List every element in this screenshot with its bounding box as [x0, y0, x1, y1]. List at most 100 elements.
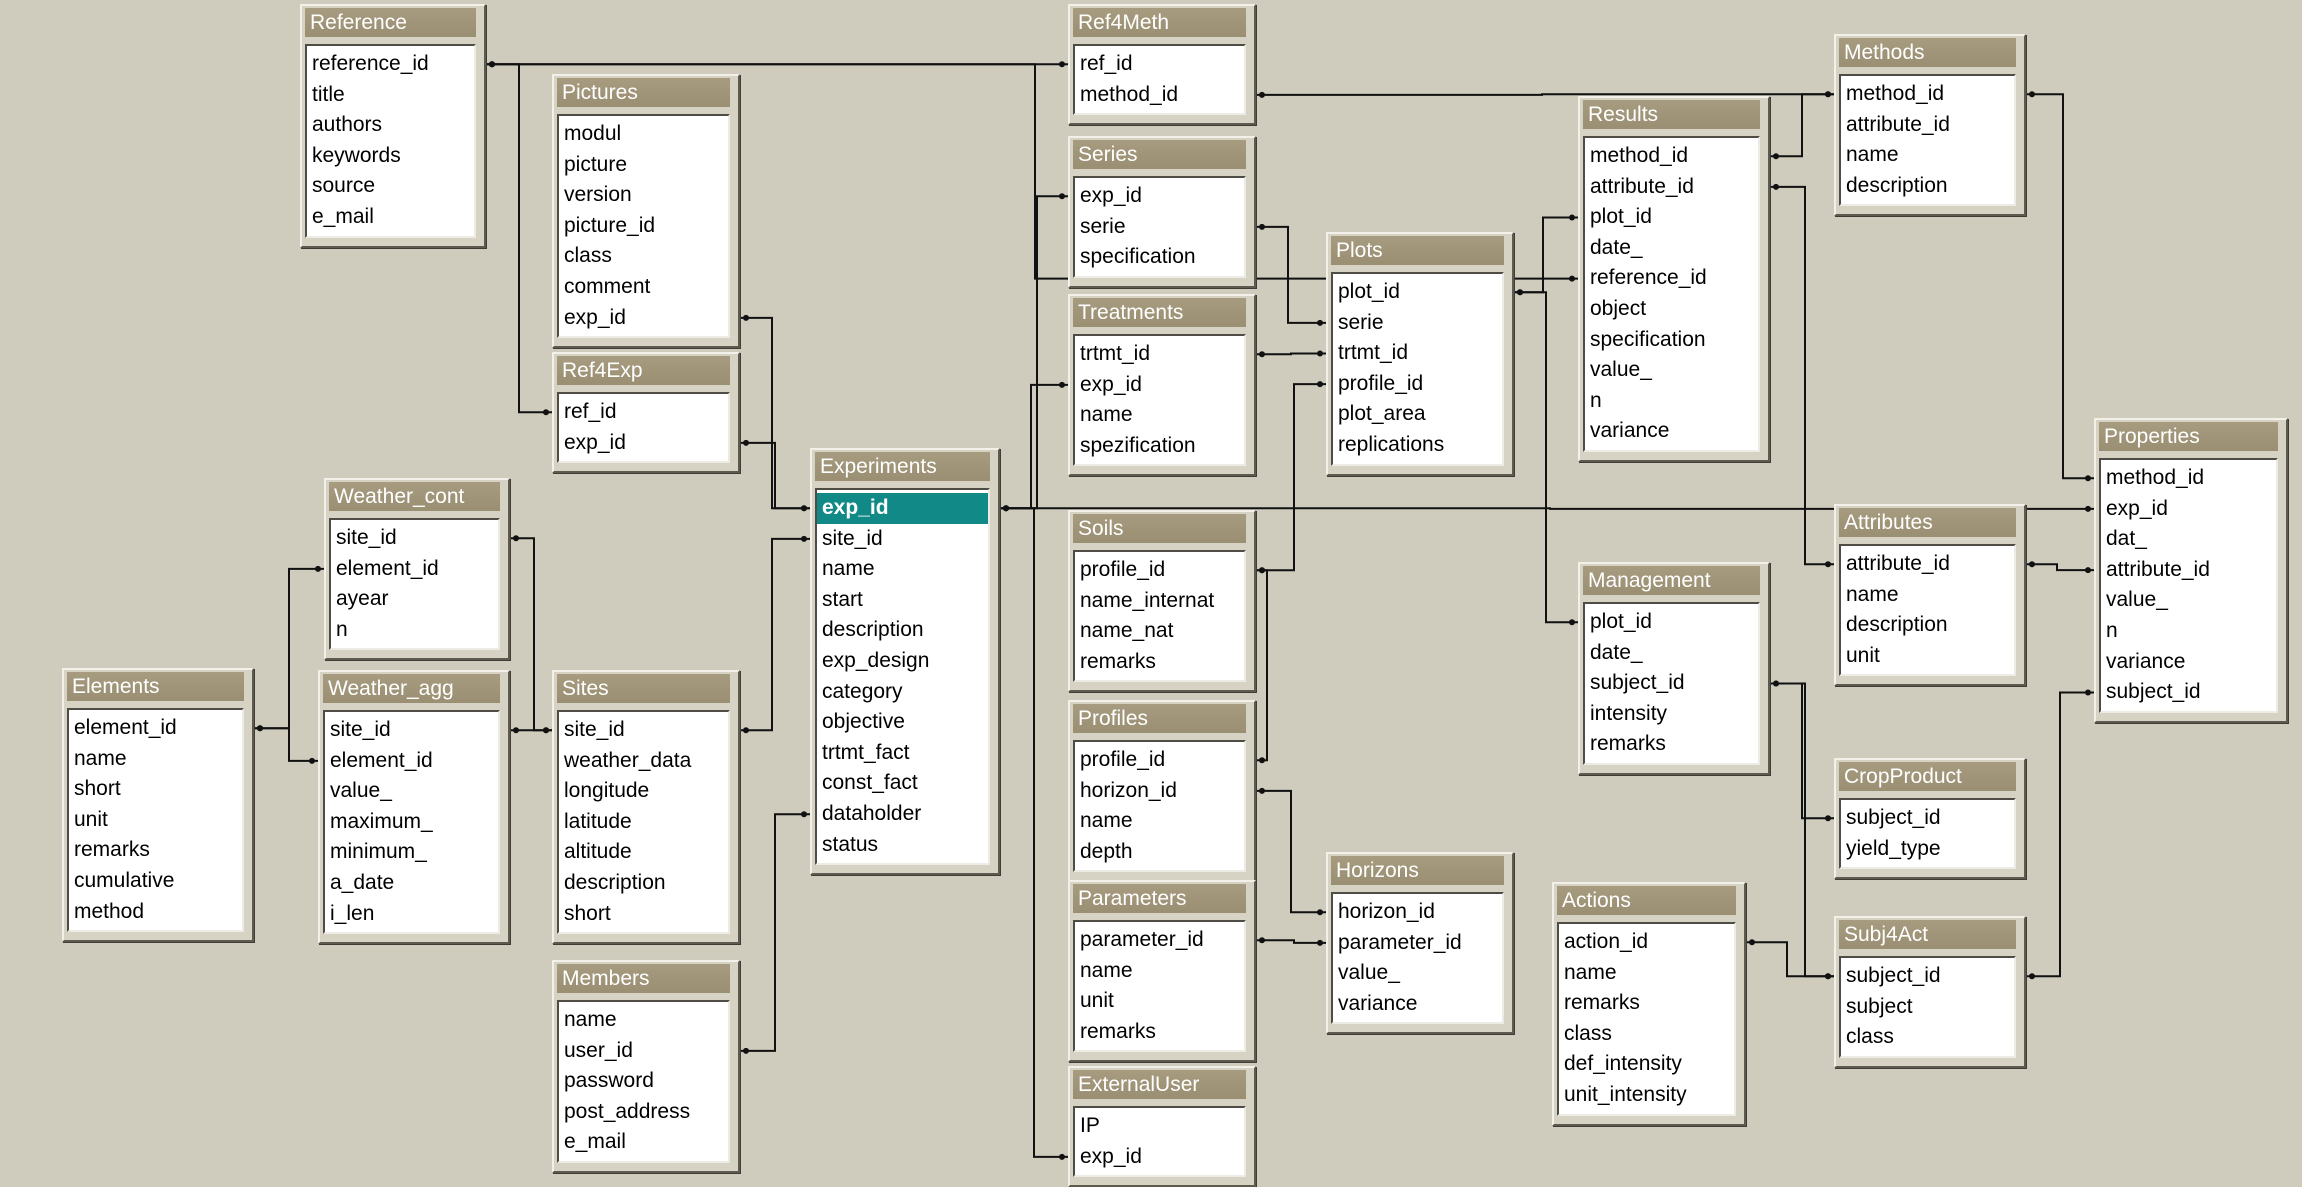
field-results-object[interactable]: object — [1585, 294, 1758, 325]
field-results-date_[interactable]: date_ — [1585, 233, 1758, 264]
field-experiments-objective[interactable]: objective — [817, 707, 988, 738]
field-properties-variance[interactable]: variance — [2101, 647, 2276, 678]
table-horizons[interactable]: Horizons horizon_id parameter_id value_ vari… — [1326, 852, 1514, 1035]
table-members[interactable]: Members name user_id password post_address e_… — [552, 960, 740, 1173]
table-profiles[interactable]: Profiles profile_id horizon_id name depth — [1068, 700, 1256, 883]
table-methods[interactable]: Methods method_id attribute_id name descript… — [1834, 34, 2026, 217]
table-parameters[interactable]: Parameters parameter_id name unit remarks — [1068, 880, 1256, 1063]
table-title[interactable]: Sites — [557, 674, 730, 703]
field-series-exp_id[interactable]: exp_id — [1075, 181, 1244, 212]
field-results-method_id[interactable]: method_id — [1585, 141, 1758, 172]
field-parameters-name[interactable]: name — [1075, 956, 1244, 987]
table-weather_agg[interactable]: Weather_agg site_id element_id value_ maximu… — [318, 670, 510, 945]
field-series-serie[interactable]: serie — [1075, 212, 1244, 243]
table-results[interactable]: Results method_id attribute_id plot_id date_… — [1578, 96, 1770, 462]
table-title[interactable]: ExternalUser — [1073, 1070, 1246, 1099]
field-properties-subject_id[interactable]: subject_id — [2101, 677, 2276, 708]
field-cropproduct-subject_id[interactable]: subject_id — [1841, 803, 2014, 834]
field-weather_cont-ayear[interactable]: ayear — [331, 584, 498, 615]
field-treatments-name[interactable]: name — [1075, 400, 1244, 431]
field-actions-name[interactable]: name — [1559, 958, 1734, 989]
field-horizons-horizon_id[interactable]: horizon_id — [1333, 897, 1502, 928]
table-title[interactable]: Parameters — [1073, 884, 1246, 913]
field-experiments-start[interactable]: start — [817, 585, 988, 616]
field-weather_agg-site_id[interactable]: site_id — [325, 715, 498, 746]
field-horizons-parameter_id[interactable]: parameter_id — [1333, 928, 1502, 959]
field-list[interactable]: profile_id name_internat name_nat remarks — [1073, 550, 1246, 683]
field-treatments-exp_id[interactable]: exp_id — [1075, 370, 1244, 401]
table-title[interactable]: Profiles — [1073, 704, 1246, 733]
table-title[interactable]: Pictures — [557, 78, 730, 107]
table-ref4exp[interactable]: Ref4Exp ref_id exp_id — [552, 352, 740, 474]
table-title[interactable]: Ref4Exp — [557, 356, 730, 385]
field-sites-altitude[interactable]: altitude — [559, 837, 728, 868]
field-experiments-site_id[interactable]: site_id — [817, 524, 988, 555]
table-title[interactable]: Management — [1583, 566, 1760, 595]
field-members-name[interactable]: name — [559, 1005, 728, 1036]
field-profiles-name[interactable]: name — [1075, 806, 1244, 837]
field-horizons-value_[interactable]: value_ — [1333, 958, 1502, 989]
field-list[interactable]: exp_id serie specification — [1073, 176, 1246, 278]
field-members-password[interactable]: password — [559, 1066, 728, 1097]
field-parameters-unit[interactable]: unit — [1075, 986, 1244, 1017]
field-pictures-picture[interactable]: picture — [559, 150, 728, 181]
field-list[interactable]: exp_id site_id name start description exp_des… — [815, 488, 990, 866]
field-reference-keywords[interactable]: keywords — [307, 141, 474, 172]
field-experiments-exp_design[interactable]: exp_design — [817, 646, 988, 677]
field-plots-serie[interactable]: serie — [1333, 308, 1502, 339]
field-members-post_address[interactable]: post_address — [559, 1097, 728, 1128]
field-horizons-variance[interactable]: variance — [1333, 989, 1502, 1020]
field-experiments-description[interactable]: description — [817, 615, 988, 646]
field-profiles-depth[interactable]: depth — [1075, 837, 1244, 868]
field-management-date_[interactable]: date_ — [1585, 638, 1758, 669]
field-list[interactable]: element_id name short unit remarks cumulative… — [67, 708, 244, 933]
field-list[interactable]: subject_id subject class — [1839, 956, 2016, 1058]
table-attributes[interactable]: Attributes attribute_id name description uni… — [1834, 504, 2026, 687]
table-title[interactable]: Properties — [2099, 422, 2278, 451]
field-properties-value_[interactable]: value_ — [2101, 585, 2276, 616]
field-results-reference_id[interactable]: reference_id — [1585, 263, 1758, 294]
field-experiments-category[interactable]: category — [817, 677, 988, 708]
field-actions-unit_intensity[interactable]: unit_intensity — [1559, 1080, 1734, 1111]
field-pictures-modul[interactable]: modul — [559, 119, 728, 150]
field-sites-latitude[interactable]: latitude — [559, 807, 728, 838]
table-title[interactable]: Series — [1073, 140, 1246, 169]
field-weather_cont-element_id[interactable]: element_id — [331, 554, 498, 585]
field-experiments-const_fact[interactable]: const_fact — [817, 768, 988, 799]
field-reference-e_mail[interactable]: e_mail — [307, 202, 474, 233]
field-soils-name_nat[interactable]: name_nat — [1075, 616, 1244, 647]
table-title[interactable]: Weather_agg — [323, 674, 500, 703]
field-elements-name[interactable]: name — [69, 744, 242, 775]
field-list[interactable]: trtmt_id exp_id name spezification — [1073, 334, 1246, 467]
field-results-variance[interactable]: variance — [1585, 416, 1758, 447]
field-plots-plot_area[interactable]: plot_area — [1333, 399, 1502, 430]
field-plots-replications[interactable]: replications — [1333, 430, 1502, 461]
field-pictures-comment[interactable]: comment — [559, 272, 728, 303]
table-title[interactable]: Members — [557, 964, 730, 993]
table-title[interactable]: Soils — [1073, 514, 1246, 543]
field-methods-description[interactable]: description — [1841, 171, 2014, 202]
table-properties[interactable]: Properties method_id exp_id dat_ attribute_i… — [2094, 418, 2288, 723]
field-list[interactable]: modul picture version picture_id class commen… — [557, 114, 730, 339]
table-title[interactable]: Plots — [1331, 236, 1504, 265]
field-attributes-attribute_id[interactable]: attribute_id — [1841, 549, 2014, 580]
field-properties-exp_id[interactable]: exp_id — [2101, 494, 2276, 525]
field-methods-attribute_id[interactable]: attribute_id — [1841, 110, 2014, 141]
field-list[interactable]: site_id weather_data longitude latitude alti… — [557, 710, 730, 935]
field-members-user_id[interactable]: user_id — [559, 1036, 728, 1067]
field-results-value_[interactable]: value_ — [1585, 355, 1758, 386]
table-title[interactable]: Elements — [67, 672, 244, 701]
field-cropproduct-yield_type[interactable]: yield_type — [1841, 834, 2014, 865]
field-soils-remarks[interactable]: remarks — [1075, 647, 1244, 678]
field-methods-name[interactable]: name — [1841, 140, 2014, 171]
table-soils[interactable]: Soils profile_id name_internat name_nat rema… — [1068, 510, 1256, 693]
field-ref4exp-ref_id[interactable]: ref_id — [559, 397, 728, 428]
field-reference-source[interactable]: source — [307, 171, 474, 202]
field-experiments-trtmt_fact[interactable]: trtmt_fact — [817, 738, 988, 769]
field-weather_cont-site_id[interactable]: site_id — [331, 523, 498, 554]
field-list[interactable]: subject_id yield_type — [1839, 798, 2016, 870]
table-reference[interactable]: Reference reference_id title authors keyword… — [300, 4, 486, 248]
field-sites-longitude[interactable]: longitude — [559, 776, 728, 807]
field-list[interactable]: IP exp_id — [1073, 1106, 1246, 1178]
field-management-intensity[interactable]: intensity — [1585, 699, 1758, 730]
